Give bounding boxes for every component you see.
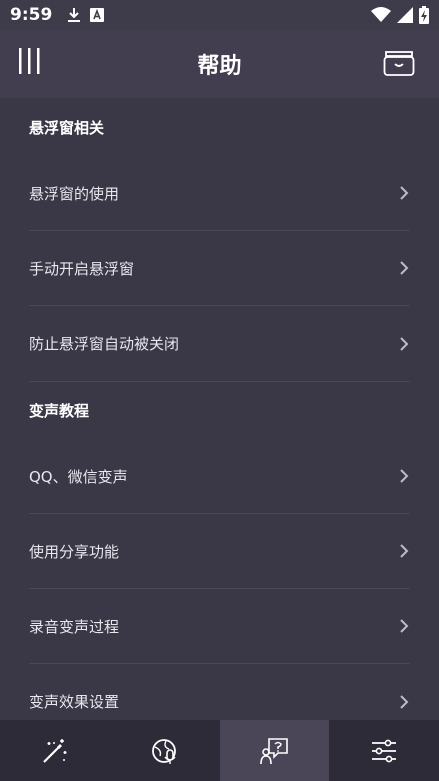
help-item-label: 手动开启悬浮窗 — [29, 259, 135, 278]
help-item-effect-settings[interactable]: 变声效果设置 — [29, 664, 410, 720]
globe-mic-icon — [151, 738, 176, 764]
chevron-right-icon — [400, 619, 409, 633]
menu-button[interactable] — [16, 46, 44, 76]
chevron-right-icon — [400, 469, 409, 483]
chevron-right-icon — [400, 261, 409, 275]
chevron-right-icon — [400, 544, 409, 558]
status-notification-icons — [66, 6, 105, 24]
help-item-qq-wechat[interactable]: QQ、微信变声 — [29, 439, 410, 514]
help-item-prevent-auto-close[interactable]: 防止悬浮窗自动被关闭 — [29, 306, 410, 381]
nav-tab-effects[interactable] — [0, 720, 110, 781]
download-icon — [68, 8, 81, 22]
page-title: 帮助 — [197, 54, 242, 79]
help-item-share-feature[interactable]: 使用分享功能 — [29, 514, 410, 589]
menu-icon — [19, 48, 40, 74]
help-item-label: QQ、微信变声 — [29, 467, 128, 486]
help-chat-icon — [260, 737, 289, 764]
help-item-enable-floating-window[interactable]: 手动开启悬浮窗 — [29, 231, 410, 306]
sliders-icon — [372, 739, 397, 762]
help-item-label: 防止悬浮窗自动被关闭 — [29, 335, 180, 353]
a-box-icon — [90, 8, 105, 22]
nav-tab-help[interactable] — [219, 720, 330, 781]
section-title-voice-change: 变声教程 — [29, 381, 410, 439]
help-item-label: 悬浮窗的使用 — [29, 184, 120, 203]
nav-tab-voice-world[interactable] — [110, 720, 220, 781]
help-item-label: 录音变声过程 — [29, 617, 120, 636]
section-title-floating-window: 悬浮窗相关 — [29, 118, 105, 137]
chevron-right-icon — [400, 694, 409, 709]
magic-wand-icon — [43, 738, 67, 763]
chevron-right-icon — [400, 336, 409, 351]
battery-charging-icon — [419, 6, 429, 24]
nav-tab-settings[interactable] — [329, 720, 439, 781]
bottom-nav — [0, 720, 439, 781]
help-item-label: 使用分享功能 — [29, 542, 120, 561]
help-content: 悬浮窗相关 悬浮窗的使用 手动开启悬浮窗 防止悬浮窗自动被关闭 变声教程 QQ、… — [0, 98, 439, 720]
app-bar: 帮助 — [0, 30, 439, 98]
help-item-floating-window-usage[interactable]: 悬浮窗的使用 — [29, 156, 410, 231]
status-bar: 9:59 — [0, 0, 439, 30]
chevron-right-icon — [400, 186, 409, 200]
status-time: 9:59 — [10, 5, 53, 25]
signal-icon — [397, 7, 413, 23]
folder-icon — [383, 51, 415, 76]
status-system-icons — [371, 6, 429, 24]
help-item-recording-process[interactable]: 录音变声过程 — [29, 589, 410, 664]
help-item-label: 变声效果设置 — [29, 693, 120, 711]
folder-button[interactable] — [383, 50, 415, 78]
wifi-icon — [371, 7, 391, 22]
